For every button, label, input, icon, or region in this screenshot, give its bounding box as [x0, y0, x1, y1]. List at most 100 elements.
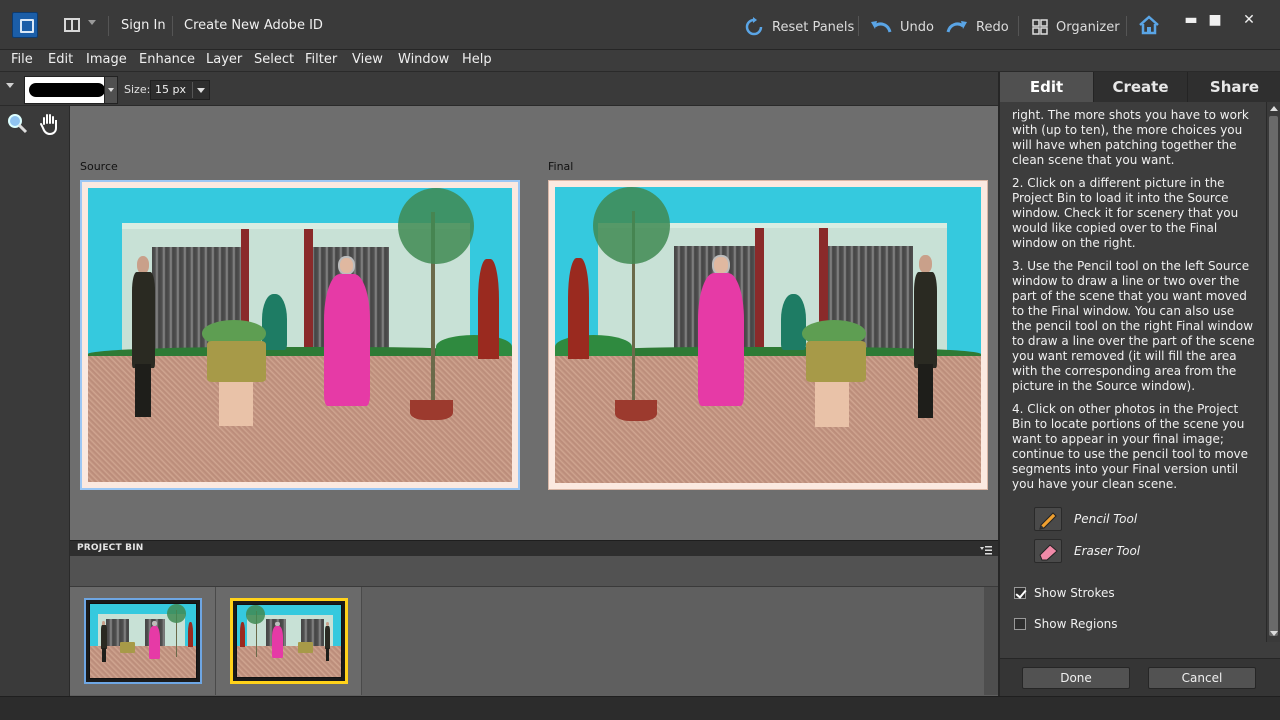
pencil-icon [1034, 507, 1062, 531]
final-window[interactable] [548, 180, 988, 490]
project-bin-toolbar [70, 556, 998, 586]
tab-create[interactable]: Create [1094, 72, 1188, 102]
menu-view[interactable]: View [352, 52, 383, 67]
tool-options-bar: Size: 15 px [0, 72, 998, 106]
project-bin-scrollbar[interactable] [984, 587, 998, 695]
menu-edit[interactable]: Edit [48, 52, 73, 67]
sign-in-link[interactable]: Sign In [121, 18, 166, 33]
pencil-tool-button[interactable]: Pencil Tool [1034, 506, 1137, 532]
panel-menu-icon [980, 546, 992, 555]
eraser-tool-button[interactable]: Eraser Tool [1034, 538, 1140, 564]
menu-select[interactable]: Select [254, 52, 294, 67]
zoom-tool[interactable] [6, 112, 32, 136]
hand-icon [40, 114, 57, 136]
project-bin-title: PROJECT BIN [77, 543, 144, 553]
title-divider [1126, 16, 1127, 36]
status-bar [0, 696, 1280, 720]
menu-filter[interactable]: Filter [305, 52, 337, 67]
bin-item[interactable] [70, 587, 216, 695]
scroll-thumb[interactable] [1269, 116, 1278, 636]
close-icon: ✕ [1243, 12, 1255, 28]
maximize-icon: ■ [1208, 12, 1222, 28]
menu-file[interactable]: File [11, 52, 33, 67]
brush-size-dropdown[interactable] [192, 82, 208, 98]
size-label: Size: [124, 83, 151, 96]
done-button[interactable]: Done [1022, 667, 1130, 689]
tool-preset-arrow-icon[interactable] [6, 83, 14, 88]
pencil-tool-label: Pencil Tool [1074, 512, 1138, 526]
undo-button[interactable]: Undo [870, 17, 934, 37]
instruction-paragraph: 4. Click on other photos in the Project … [1012, 402, 1249, 491]
final-label: Final [548, 160, 574, 173]
home-button[interactable] [1138, 15, 1160, 35]
bin-thumbnail-source[interactable] [84, 598, 202, 684]
menu-bar: File Edit Image Enhance Layer Select Fil… [0, 50, 1280, 72]
project-bin [70, 586, 998, 696]
scroll-down-icon[interactable] [1270, 631, 1278, 636]
tab-share[interactable]: Share [1188, 72, 1280, 102]
cancel-button[interactable]: Cancel [1148, 667, 1256, 689]
panel-tabs: Edit Create Share [1000, 72, 1280, 102]
home-icon [1139, 15, 1159, 35]
brush-stroke-sample [29, 83, 105, 97]
panel-menu-button[interactable] [980, 544, 992, 555]
layout-grid-icon [64, 18, 80, 32]
tab-edit[interactable]: Edit [1000, 72, 1094, 102]
menu-help[interactable]: Help [462, 52, 492, 67]
instruction-paragraph: right. The more shots you have to work w… [1012, 108, 1249, 167]
eraser-tool-label: Eraser Tool [1074, 544, 1141, 558]
menu-image[interactable]: Image [86, 52, 127, 67]
scroll-up-icon[interactable] [1270, 106, 1278, 111]
title-divider [1018, 16, 1019, 36]
show-strokes-option[interactable]: Show Strokes [1014, 586, 1115, 600]
menu-window[interactable]: Window [398, 52, 449, 67]
minimize-button[interactable]: ▬ [1180, 12, 1202, 32]
panel-footer: Done Cancel [1000, 658, 1280, 696]
instruction-paragraph: 3. Use the Pencil tool on the left Sourc… [1012, 259, 1255, 393]
minimize-icon: ▬ [1184, 12, 1198, 28]
chevron-down-icon [88, 20, 96, 25]
organizer-icon [1032, 19, 1048, 35]
canvas-area: Source Final [70, 106, 998, 540]
bin-item[interactable] [216, 587, 362, 695]
instructions-panel: right. The more shots you have to work w… [1012, 108, 1256, 658]
hand-tool[interactable] [38, 112, 64, 136]
instruction-paragraph: 2. Click on a different picture in the P… [1012, 176, 1239, 250]
brush-size-value: 15 px [155, 83, 186, 96]
tool-column [0, 106, 70, 696]
reset-icon [745, 17, 763, 36]
show-strokes-checkbox[interactable] [1014, 587, 1026, 599]
app-logo-icon [12, 12, 38, 38]
redo-label: Redo [976, 19, 1009, 35]
undo-icon [871, 21, 892, 33]
organizer-button[interactable]: Organizer [1032, 17, 1120, 37]
eraser-icon [1034, 539, 1062, 563]
redo-button[interactable]: Redo [946, 17, 1009, 37]
title-bar: Sign In Create New Adobe ID Reset Panels… [0, 0, 1280, 50]
final-photo [555, 187, 981, 483]
maximize-button[interactable]: ■ [1204, 12, 1226, 32]
menu-layer[interactable]: Layer [206, 52, 242, 67]
undo-label: Undo [900, 19, 934, 35]
reset-panels-button[interactable]: Reset Panels [744, 17, 854, 37]
show-regions-option[interactable]: Show Regions [1014, 617, 1118, 631]
show-regions-checkbox[interactable] [1014, 618, 1026, 630]
source-photo [88, 188, 512, 482]
menu-enhance[interactable]: Enhance [139, 52, 195, 67]
title-divider [172, 16, 173, 36]
close-button[interactable]: ✕ [1238, 12, 1260, 32]
thumbnail-photo [89, 603, 197, 679]
panel-scrollbar[interactable] [1266, 102, 1280, 642]
title-divider [858, 16, 859, 36]
create-adobe-id-link[interactable]: Create New Adobe ID [184, 18, 323, 33]
thumbnail-photo [236, 604, 342, 678]
reset-panels-label: Reset Panels [772, 19, 855, 35]
source-window[interactable] [80, 180, 520, 490]
redo-icon [946, 21, 967, 33]
brush-picker-dropdown[interactable] [104, 76, 118, 104]
layout-menu-button[interactable] [64, 16, 98, 36]
project-bin-header: PROJECT BIN [70, 540, 998, 556]
bin-thumbnail-final[interactable] [230, 598, 348, 684]
organizer-label: Organizer [1056, 19, 1120, 35]
title-divider [108, 16, 109, 36]
